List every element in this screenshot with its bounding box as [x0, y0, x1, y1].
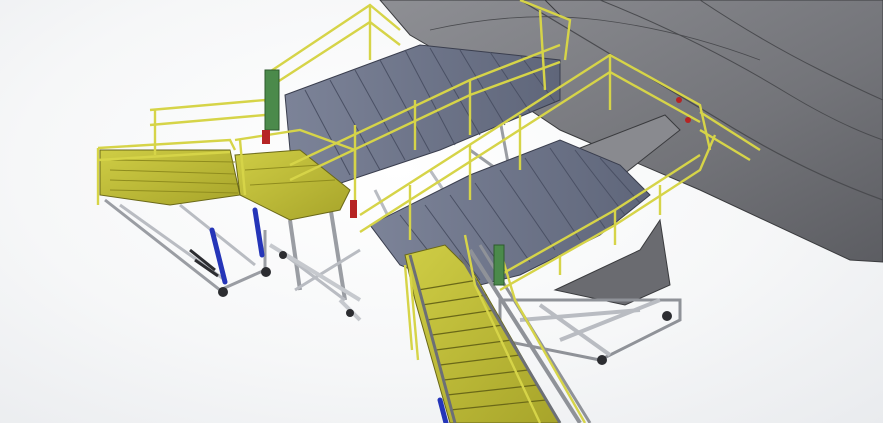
maintenance-platform-model: [96, 0, 883, 423]
caster-wheel: [261, 267, 271, 277]
red-marker: [685, 117, 691, 123]
tank-cylinder: [493, 244, 505, 286]
hydraulic-cylinder: [252, 207, 265, 258]
caster-wheel: [218, 287, 228, 297]
red-marker: [676, 97, 682, 103]
caster-wheel: [662, 311, 672, 321]
dark-actuators: [189, 248, 219, 278]
tank-cylinder: [264, 69, 280, 131]
red-block: [262, 130, 270, 144]
red-block: [350, 200, 357, 218]
caster-wheel: [346, 309, 354, 317]
left-stair-frame: [104, 198, 271, 297]
caster-wheel: [279, 251, 287, 259]
cad-viewport[interactable]: [0, 0, 883, 423]
right-base-frame: [498, 298, 682, 365]
caster-wheel: [597, 355, 607, 365]
